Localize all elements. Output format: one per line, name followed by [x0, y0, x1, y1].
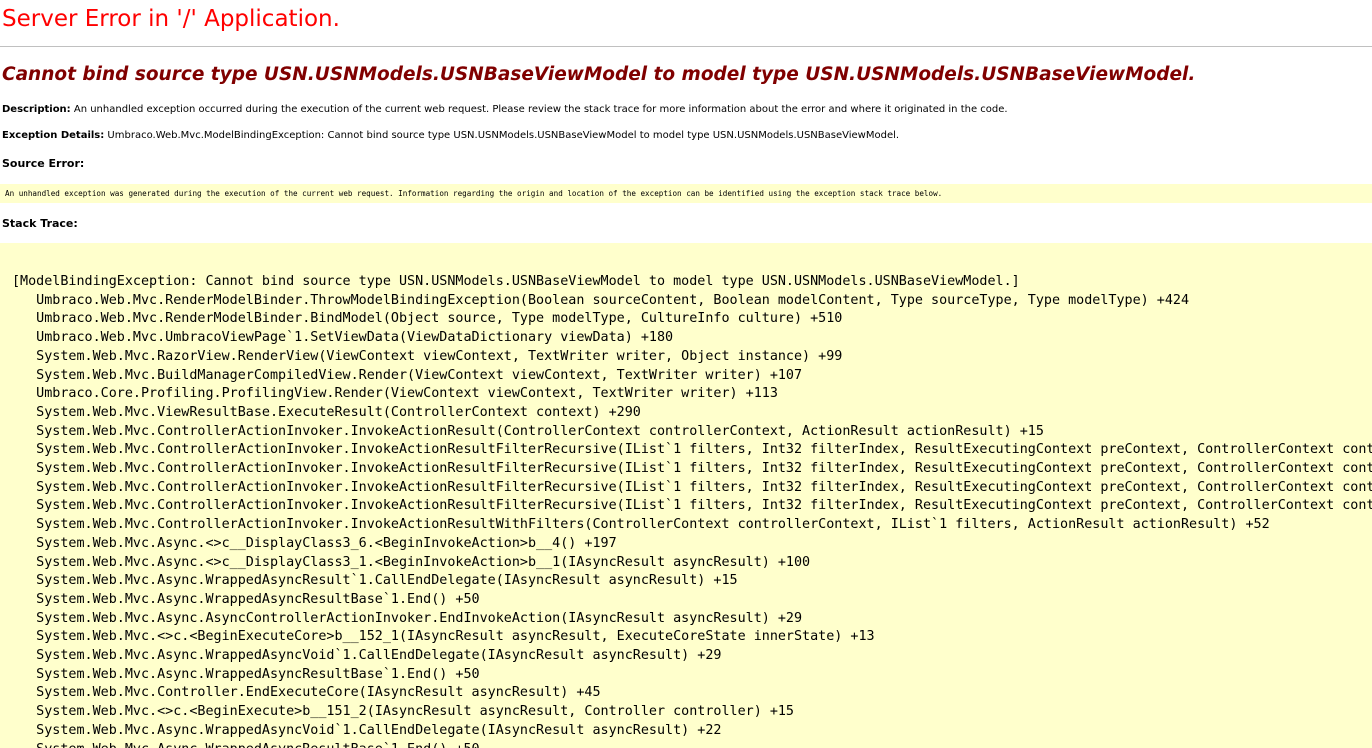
- stack-trace-line: System.Web.Mvc.Async.<>c__DisplayClass3_…: [12, 535, 617, 551]
- stack-trace-line: System.Web.Mvc.Async.WrappedAsyncResultB…: [12, 741, 1372, 748]
- stack-trace-line: System.Web.Mvc.ViewResultBase.ExecuteRes…: [12, 404, 641, 420]
- description-line: Description: An unhandled exception occu…: [2, 104, 1008, 115]
- stack-trace-line: System.Web.Mvc.Async.WrappedAsyncResult`…: [12, 573, 738, 589]
- description-label: Description:: [2, 104, 71, 115]
- stack-trace-line: System.Web.Mvc.ControllerActionInvoker.I…: [12, 498, 1372, 514]
- stack-trace-line: System.Web.Mvc.ControllerActionInvoker.I…: [12, 461, 1372, 477]
- error-message-heading: Cannot bind source type USN.USNModels.US…: [2, 64, 1196, 85]
- stack-trace-line: System.Web.Mvc.ControllerActionInvoker.I…: [12, 423, 1044, 439]
- stack-trace-line: Umbraco.Web.Mvc.UmbracoViewPage`1.SetVie…: [12, 330, 674, 346]
- page-title: Server Error in '/' Application.: [2, 6, 340, 32]
- stack-trace-line: System.Web.Mvc.<>c.<BeginExecuteCore>b__…: [12, 629, 875, 645]
- stack-trace-box: [ModelBindingException: Cannot bind sour…: [0, 243, 1372, 748]
- stack-trace-line: System.Web.Mvc.RazorView.RenderView(View…: [12, 348, 843, 364]
- stack-trace-line: System.Web.Mvc.Controller.EndExecuteCore…: [12, 685, 601, 701]
- stack-trace-line: [ModelBindingException: Cannot bind sour…: [12, 274, 1020, 289]
- stack-trace-line: System.Web.Mvc.Async.<>c__DisplayClass3_…: [12, 554, 811, 570]
- source-error-text: An unhandled exception was generated dur…: [5, 189, 943, 198]
- exception-details-text: Umbraco.Web.Mvc.ModelBindingException: C…: [104, 130, 900, 141]
- stack-trace-line: System.Web.Mvc.BuildManagerCompiledView.…: [12, 367, 803, 383]
- exception-details-label: Exception Details:: [2, 130, 105, 141]
- description-text: An unhandled exception occurred during t…: [70, 104, 1008, 115]
- title-divider: [0, 46, 1372, 47]
- stack-trace-line: System.Web.Mvc.Async.WrappedAsyncVoid`1.…: [12, 648, 722, 664]
- source-error-heading: Source Error:: [2, 157, 85, 170]
- stack-trace-line: System.Web.Mvc.ControllerActionInvoker.I…: [12, 442, 1372, 458]
- stack-trace-line: System.Web.Mvc.<>c.<BeginExecute>b__151_…: [12, 704, 794, 720]
- stack-trace-line: Umbraco.Web.Mvc.RenderModelBinder.ThrowM…: [12, 292, 1190, 308]
- stack-trace-line: System.Web.Mvc.ControllerActionInvoker.I…: [12, 517, 1270, 533]
- stack-trace-line: Umbraco.Core.Profiling.ProfilingView.Ren…: [12, 386, 778, 402]
- stack-trace-heading: Stack Trace:: [2, 217, 78, 230]
- stack-trace-line: System.Web.Mvc.Async.WrappedAsyncResultB…: [12, 591, 480, 607]
- source-error-box: An unhandled exception was generated dur…: [0, 184, 1372, 203]
- stack-trace-line: System.Web.Mvc.Async.WrappedAsyncResultB…: [12, 666, 480, 682]
- stack-trace-line: Umbraco.Web.Mvc.RenderModelBinder.BindMo…: [12, 311, 843, 327]
- stack-trace-line: System.Web.Mvc.ControllerActionInvoker.I…: [12, 479, 1372, 495]
- stack-trace-line: System.Web.Mvc.Async.WrappedAsyncVoid`1.…: [12, 722, 722, 738]
- exception-details-line: Exception Details: Umbraco.Web.Mvc.Model…: [2, 130, 899, 141]
- stack-trace-text: [ModelBindingException: Cannot bind sour…: [12, 273, 1372, 748]
- stack-trace-line: System.Web.Mvc.Async.AsyncControllerActi…: [12, 610, 803, 626]
